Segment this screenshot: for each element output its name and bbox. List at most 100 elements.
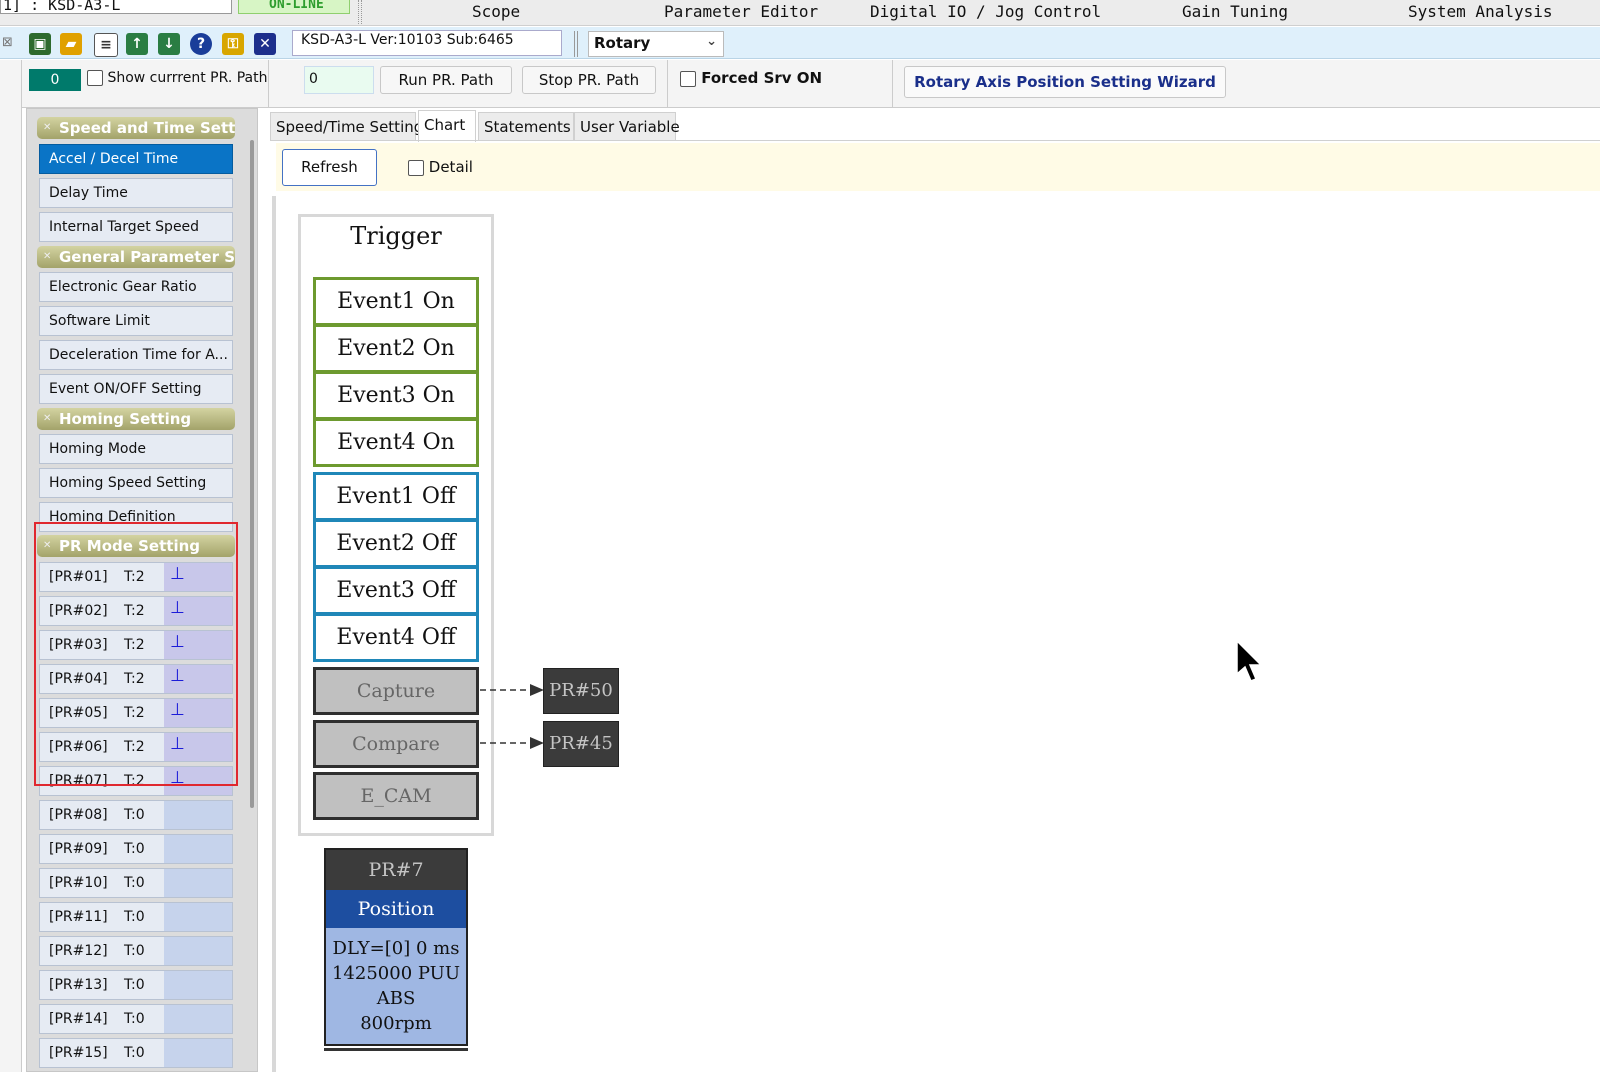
- e-cam-node[interactable]: E_CAM: [313, 772, 479, 820]
- tab-bar: Speed/Time Setting Chart Statements User…: [270, 110, 1600, 142]
- section-title: Homing Setting: [59, 410, 192, 428]
- pr-number-input[interactable]: 0: [304, 66, 374, 94]
- section-general-parameter[interactable]: ✕ General Parameter S...: [37, 246, 235, 268]
- capture-node[interactable]: Capture: [313, 667, 479, 715]
- document-icon[interactable]: ≡: [94, 33, 118, 57]
- run-pr-path-button[interactable]: Run PR. Path: [380, 66, 512, 94]
- pr-type: T:0: [124, 1045, 145, 1061]
- pr-list-item[interactable]: [PR#11] T:0: [39, 902, 233, 932]
- online-status-text: ON-LINE: [269, 0, 324, 12]
- tab-user-variable[interactable]: User Variable: [574, 112, 680, 140]
- device-combo-text: 1] : KSD-A3-L: [3, 0, 121, 14]
- pr-list-item[interactable]: [PR#10] T:0: [39, 868, 233, 898]
- pr-block-speed: 800rpm: [360, 1013, 432, 1034]
- pr-id: [PR#13]: [49, 977, 108, 993]
- menu-digital-io-jog[interactable]: Digital IO / Jog Control: [870, 2, 1101, 21]
- sidebar-scrollbar[interactable]: [250, 140, 254, 808]
- tab-chart[interactable]: Chart: [418, 110, 476, 142]
- pr-id: [PR#11]: [49, 909, 108, 925]
- pr-list-item[interactable]: [PR#15] T:0: [39, 1038, 233, 1068]
- menu-gain-tuning[interactable]: Gain Tuning: [1182, 2, 1288, 21]
- collapse-chevron-icon[interactable]: ✕: [43, 117, 51, 139]
- event4-on-node[interactable]: Event4 On: [313, 418, 479, 467]
- sidebar-item-internal-target-speed[interactable]: Internal Target Speed: [39, 212, 233, 242]
- sidebar-item-deceleration-time[interactable]: Deceleration Time for A...: [39, 340, 233, 370]
- pr-id: [PR#08]: [49, 807, 108, 823]
- close-icon[interactable]: ⊠: [2, 35, 13, 50]
- detail-checkbox[interactable]: Detail: [408, 158, 473, 176]
- event4-off-node[interactable]: Event4 Off: [313, 613, 479, 662]
- menu-scope[interactable]: Scope: [472, 2, 520, 21]
- help-icon[interactable]: ?: [190, 33, 212, 55]
- checkbox-box[interactable]: [408, 159, 424, 176]
- menu-system-analysis[interactable]: System Analysis: [1408, 2, 1553, 21]
- sidebar-item-delay-time[interactable]: Delay Time: [39, 178, 233, 208]
- open-folder-icon[interactable]: ▰: [60, 33, 82, 55]
- compare-target-node[interactable]: PR#45: [543, 721, 619, 767]
- pr-type: T:0: [124, 807, 145, 823]
- capture-target-node[interactable]: PR#50: [543, 668, 619, 714]
- toolbar-separator: [574, 31, 578, 57]
- event3-off-node[interactable]: Event3 Off: [313, 566, 479, 615]
- toolbar: ⊠ ▣ ▰ ≡ ↑ ↓ ? ⚿ ✕: [0, 27, 1600, 59]
- pr-type: T:0: [124, 943, 145, 959]
- pr-counter-value: 0: [50, 72, 60, 88]
- upload-icon[interactable]: ↑: [126, 33, 148, 55]
- panel-splitter[interactable]: [272, 196, 276, 1072]
- pr-type: T:0: [124, 1011, 145, 1027]
- menu-parameter-editor[interactable]: Parameter Editor: [664, 2, 818, 21]
- pr-list-item[interactable]: [PR#09] T:0: [39, 834, 233, 864]
- arrow-head-icon: [530, 737, 544, 749]
- collapse-chevron-icon[interactable]: ✕: [43, 246, 51, 268]
- device-combo[interactable]: 1] : KSD-A3-L: [0, 0, 232, 14]
- tab-baseline: [270, 140, 1600, 141]
- sidebar-item-homing-speed[interactable]: Homing Speed Setting: [39, 468, 233, 498]
- pr-counter-display: 0: [29, 69, 81, 91]
- trigger-title: Trigger: [350, 222, 442, 250]
- checkbox-box[interactable]: [680, 70, 696, 87]
- pr-list-item[interactable]: [PR#13] T:0: [39, 970, 233, 1000]
- pr-type: T:0: [124, 841, 145, 857]
- control-divider: [667, 60, 668, 108]
- section-title: General Parameter S...: [59, 248, 235, 266]
- forced-srv-on-label: Forced Srv ON: [701, 69, 823, 87]
- event3-on-node[interactable]: Event3 On: [313, 371, 479, 420]
- event2-on-node[interactable]: Event2 On: [313, 324, 479, 373]
- event2-off-node[interactable]: Event2 Off: [313, 519, 479, 568]
- compare-node[interactable]: Compare: [313, 720, 479, 768]
- pr-preview: [164, 937, 232, 965]
- pr-block[interactable]: PR#7 Position DLY=[0] 0 ms 1425000 PUU A…: [324, 848, 468, 1046]
- control-divider: [268, 60, 269, 108]
- pr-list-item[interactable]: [PR#14] T:0: [39, 1004, 233, 1034]
- section-speed-time[interactable]: ✕ Speed and Time Setti...: [37, 117, 235, 139]
- download-icon[interactable]: ↓: [158, 33, 180, 55]
- tab-statements[interactable]: Statements: [478, 112, 574, 140]
- pr-preview: [164, 869, 232, 897]
- tab-speed-time-setting[interactable]: Speed/Time Setting: [270, 112, 423, 140]
- sidebar-item-event-on-off[interactable]: Event ON/OFF Setting: [39, 374, 233, 404]
- show-current-path-checkbox[interactable]: Show currrent PR. Path: [87, 70, 267, 86]
- forced-srv-on-checkbox[interactable]: Forced Srv ON: [680, 69, 822, 87]
- section-homing[interactable]: ✕ Homing Setting: [37, 408, 235, 430]
- sidebar-item-accel-decel[interactable]: Accel / Decel Time: [39, 144, 233, 174]
- lock-icon[interactable]: ⚿: [222, 33, 244, 55]
- event1-on-node[interactable]: Event1 On: [313, 277, 479, 326]
- rotary-wizard-button[interactable]: Rotary Axis Position Setting Wizard: [904, 66, 1226, 98]
- checkbox-box[interactable]: [87, 70, 103, 86]
- pr-type: T:0: [124, 977, 145, 993]
- firmware-version-text: KSD-A3-L Ver:10103 Sub:6465: [301, 32, 514, 48]
- pr-id: [PR#10]: [49, 875, 108, 891]
- sidebar-item-software-limit[interactable]: Software Limit: [39, 306, 233, 336]
- sidebar-item-homing-mode[interactable]: Homing Mode: [39, 434, 233, 464]
- event1-off-node[interactable]: Event1 Off: [313, 472, 479, 521]
- disconnect-icon[interactable]: ✕: [254, 33, 276, 55]
- highlight-box: [34, 522, 238, 786]
- pr-list-item[interactable]: [PR#08] T:0: [39, 800, 233, 830]
- refresh-button[interactable]: Refresh: [282, 149, 377, 186]
- stop-pr-path-button[interactable]: Stop PR. Path: [522, 66, 656, 94]
- axis-mode-select[interactable]: Rotary ⌄: [588, 31, 724, 57]
- pr-list-item[interactable]: [PR#12] T:0: [39, 936, 233, 966]
- collapse-chevron-icon[interactable]: ✕: [43, 408, 51, 430]
- sidebar-item-electronic-gear-ratio[interactable]: Electronic Gear Ratio: [39, 272, 233, 302]
- save-icon[interactable]: ▣: [29, 33, 51, 55]
